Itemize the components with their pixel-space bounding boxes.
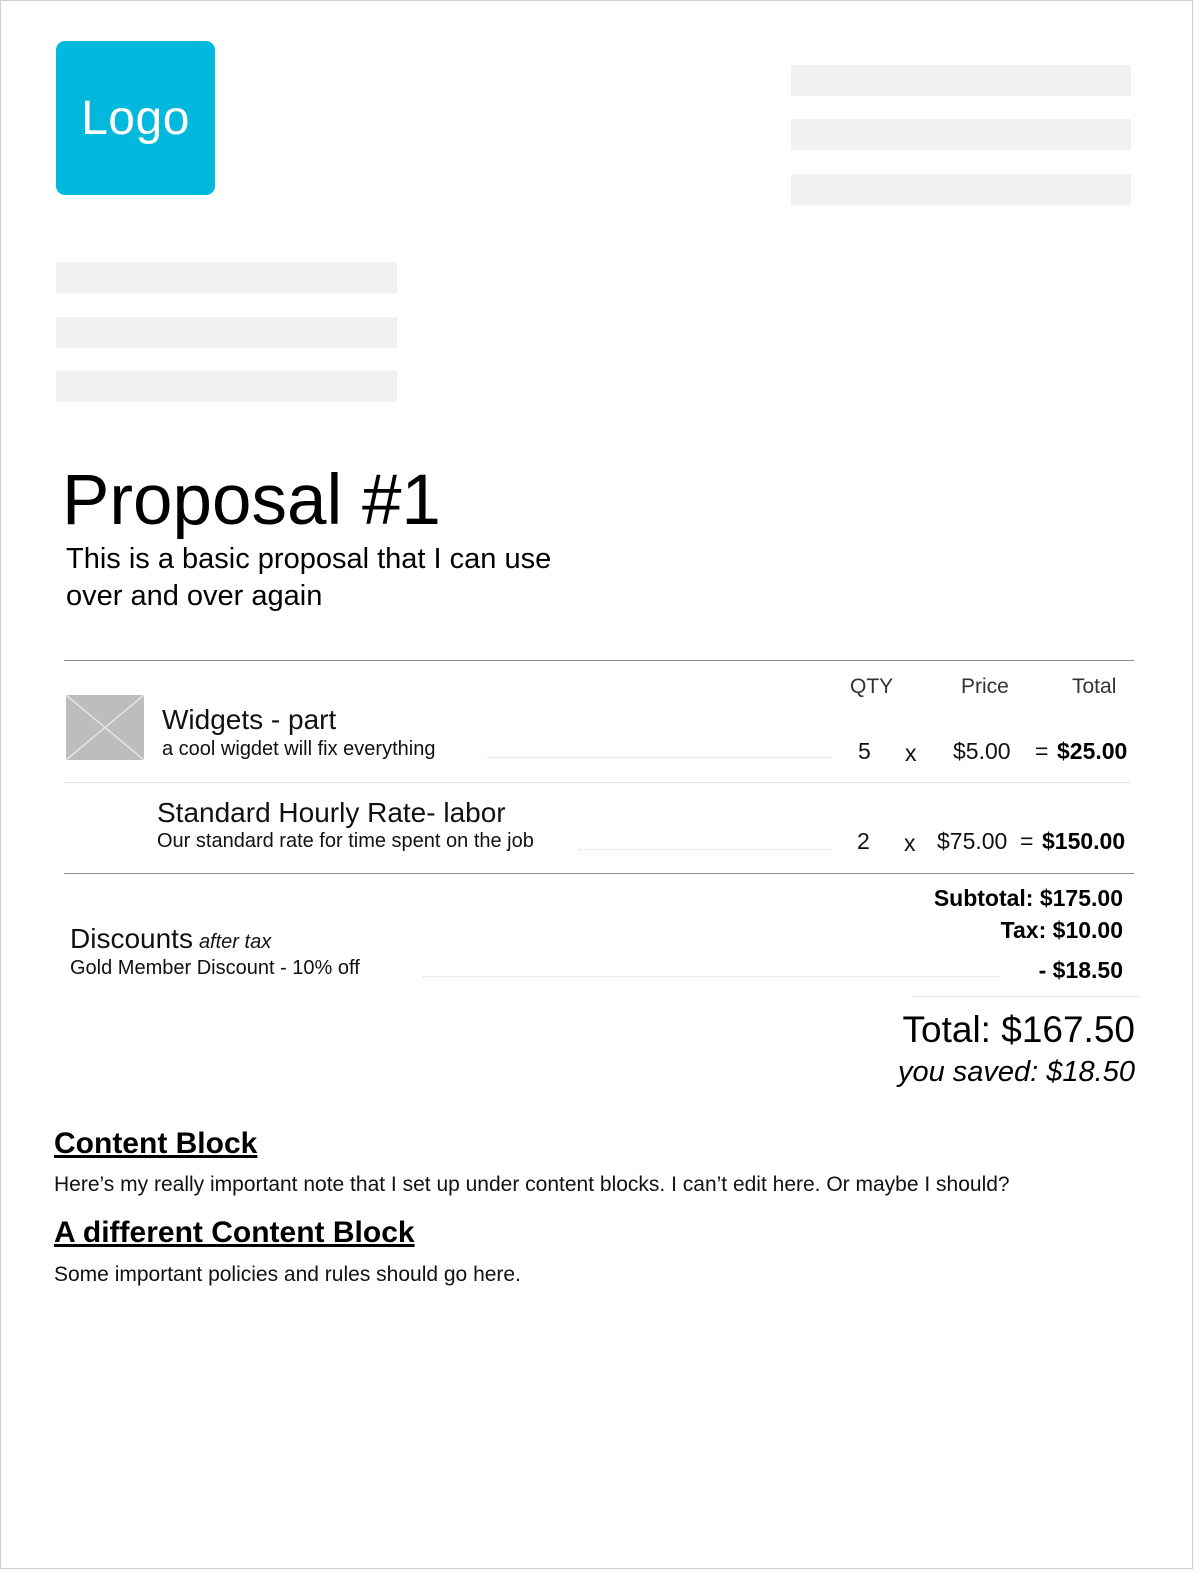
line-item-name: Widgets - part xyxy=(162,704,337,735)
table-top-divider xyxy=(64,660,1134,661)
line-item-equals: = xyxy=(1035,738,1049,764)
subtotal: Subtotal: $175.00 xyxy=(933,885,1123,911)
client-info-placeholder-line xyxy=(56,317,397,348)
logo-text: Logo xyxy=(81,91,190,145)
discounts-note: after tax xyxy=(198,931,272,953)
line-item-multiply: x xyxy=(905,740,917,766)
discount-leader xyxy=(423,976,999,977)
discount-description: Gold Member Discount - 10% off xyxy=(70,957,360,979)
proposal-page: Logo Proposal #1 This is a basic proposa… xyxy=(0,0,1193,1569)
line-item-description: Our standard rate for time spent on the … xyxy=(157,830,534,852)
line-item-leader xyxy=(486,757,831,758)
proposal-description: This is a basic proposal that I can use … xyxy=(66,541,626,615)
line-item-equals: = xyxy=(1020,828,1034,854)
company-logo: Logo xyxy=(56,41,215,195)
tax: Tax: $10.00 xyxy=(1000,917,1123,943)
line-item-multiply: x xyxy=(904,830,916,856)
proposal-title: Proposal #1 xyxy=(62,461,441,540)
table-bottom-divider xyxy=(64,873,1134,874)
total-divider xyxy=(913,996,1139,997)
line-item-price: $5.00 xyxy=(953,738,1011,764)
company-info-placeholder-line xyxy=(791,174,1131,205)
total-column-header: Total xyxy=(1072,675,1117,698)
line-item-price: $75.00 xyxy=(937,828,1008,854)
client-info-placeholder-line xyxy=(56,262,397,293)
company-info-placeholder-line xyxy=(791,65,1131,96)
line-item-leader xyxy=(579,849,831,850)
proposal-description-line: This is a basic proposal that I can use xyxy=(66,543,552,575)
content-block-heading: Content Block xyxy=(54,1127,258,1160)
line-item-description: a cool wigdet will fix everything xyxy=(162,738,436,760)
proposal-description-line: over and over again xyxy=(66,580,323,612)
qty-column-header: QTY xyxy=(850,675,894,698)
grand-total: Total: $167.50 xyxy=(902,1009,1135,1050)
discounts-title: Discounts xyxy=(70,923,193,954)
company-info-placeholder-line xyxy=(791,119,1131,150)
line-item-qty: 5 xyxy=(858,738,871,764)
client-info-placeholder-line xyxy=(56,371,397,402)
savings: you saved: $18.50 xyxy=(897,1056,1135,1088)
content-block-body: Here’s my really important note that I s… xyxy=(54,1173,1010,1196)
line-item-qty: 2 xyxy=(857,828,870,854)
row-divider xyxy=(64,782,1130,783)
discount-amount: - $18.50 xyxy=(1038,957,1123,983)
discounts-heading: Discounts after tax xyxy=(70,923,271,955)
content-block-heading: A different Content Block xyxy=(54,1216,415,1249)
content-block-body: Some important policies and rules should… xyxy=(54,1263,521,1286)
image-placeholder-icon xyxy=(66,695,144,760)
price-column-header: Price xyxy=(961,675,1009,698)
line-item-total: $150.00 xyxy=(1042,828,1126,854)
line-item-name: Standard Hourly Rate- labor xyxy=(157,797,506,828)
line-item-total: $25.00 xyxy=(1057,738,1128,764)
